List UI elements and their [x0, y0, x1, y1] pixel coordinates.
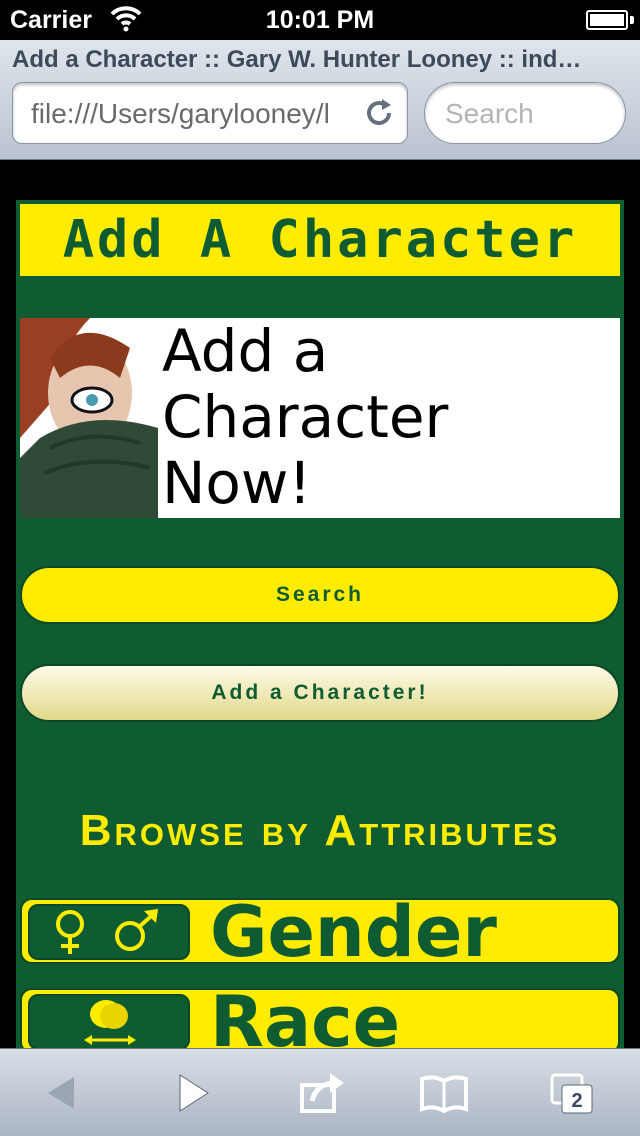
race-label: Race [210, 988, 401, 1048]
gender-icon-box [28, 904, 190, 960]
bookmarks-icon[interactable] [420, 1071, 468, 1115]
share-icon[interactable] [298, 1071, 346, 1115]
forward-icon[interactable] [168, 1071, 216, 1115]
add-character-button[interactable]: Add a Character! [20, 664, 620, 722]
back-icon[interactable] [40, 1071, 88, 1115]
browse-heading: Browse by Attributes [79, 806, 561, 855]
battery-icon [586, 10, 628, 30]
reload-icon[interactable] [363, 97, 395, 129]
promo-text: Add a Character Now! [162, 318, 449, 517]
tab-count: 2 [571, 1090, 582, 1112]
bottom-toolbar: 2 [0, 1048, 640, 1136]
race-icon-box [28, 994, 190, 1048]
gender-label: Gender [210, 898, 497, 964]
clock: 10:01 PM [265, 6, 375, 34]
tabs-icon[interactable]: 2 [548, 1071, 596, 1115]
content-panel: Add A Character Add a Character Now! Sea… [16, 200, 624, 1048]
browser-header: Add a Character :: Gary W. Hunter Looney… [0, 40, 640, 160]
search-input[interactable] [445, 97, 615, 131]
web-content: Add A Character Add a Character Now! Sea… [0, 160, 640, 1048]
add-character-promo-image[interactable]: Add a Character Now! [20, 318, 620, 518]
battery-tip [630, 16, 634, 24]
gender-symbols-icon [56, 909, 158, 954]
gender-button[interactable]: Gender [20, 898, 620, 964]
search-button[interactable]: Search [20, 566, 620, 624]
character-photo-icon [20, 318, 158, 518]
url-text[interactable]: file:///Users/garylooney/l [31, 98, 351, 130]
page-title: Add a Character :: Gary W. Hunter Looney… [12, 46, 582, 73]
race-heads-icon [84, 1000, 136, 1045]
page-heading: Add A Character [62, 210, 578, 270]
heading-banner: Add A Character [20, 204, 620, 276]
status-bar: Carrier 10:01 PM [0, 0, 640, 40]
address-bar[interactable]: file:///Users/garylooney/l [12, 82, 408, 144]
race-button[interactable]: Race [20, 988, 620, 1048]
search-field[interactable] [424, 82, 626, 144]
